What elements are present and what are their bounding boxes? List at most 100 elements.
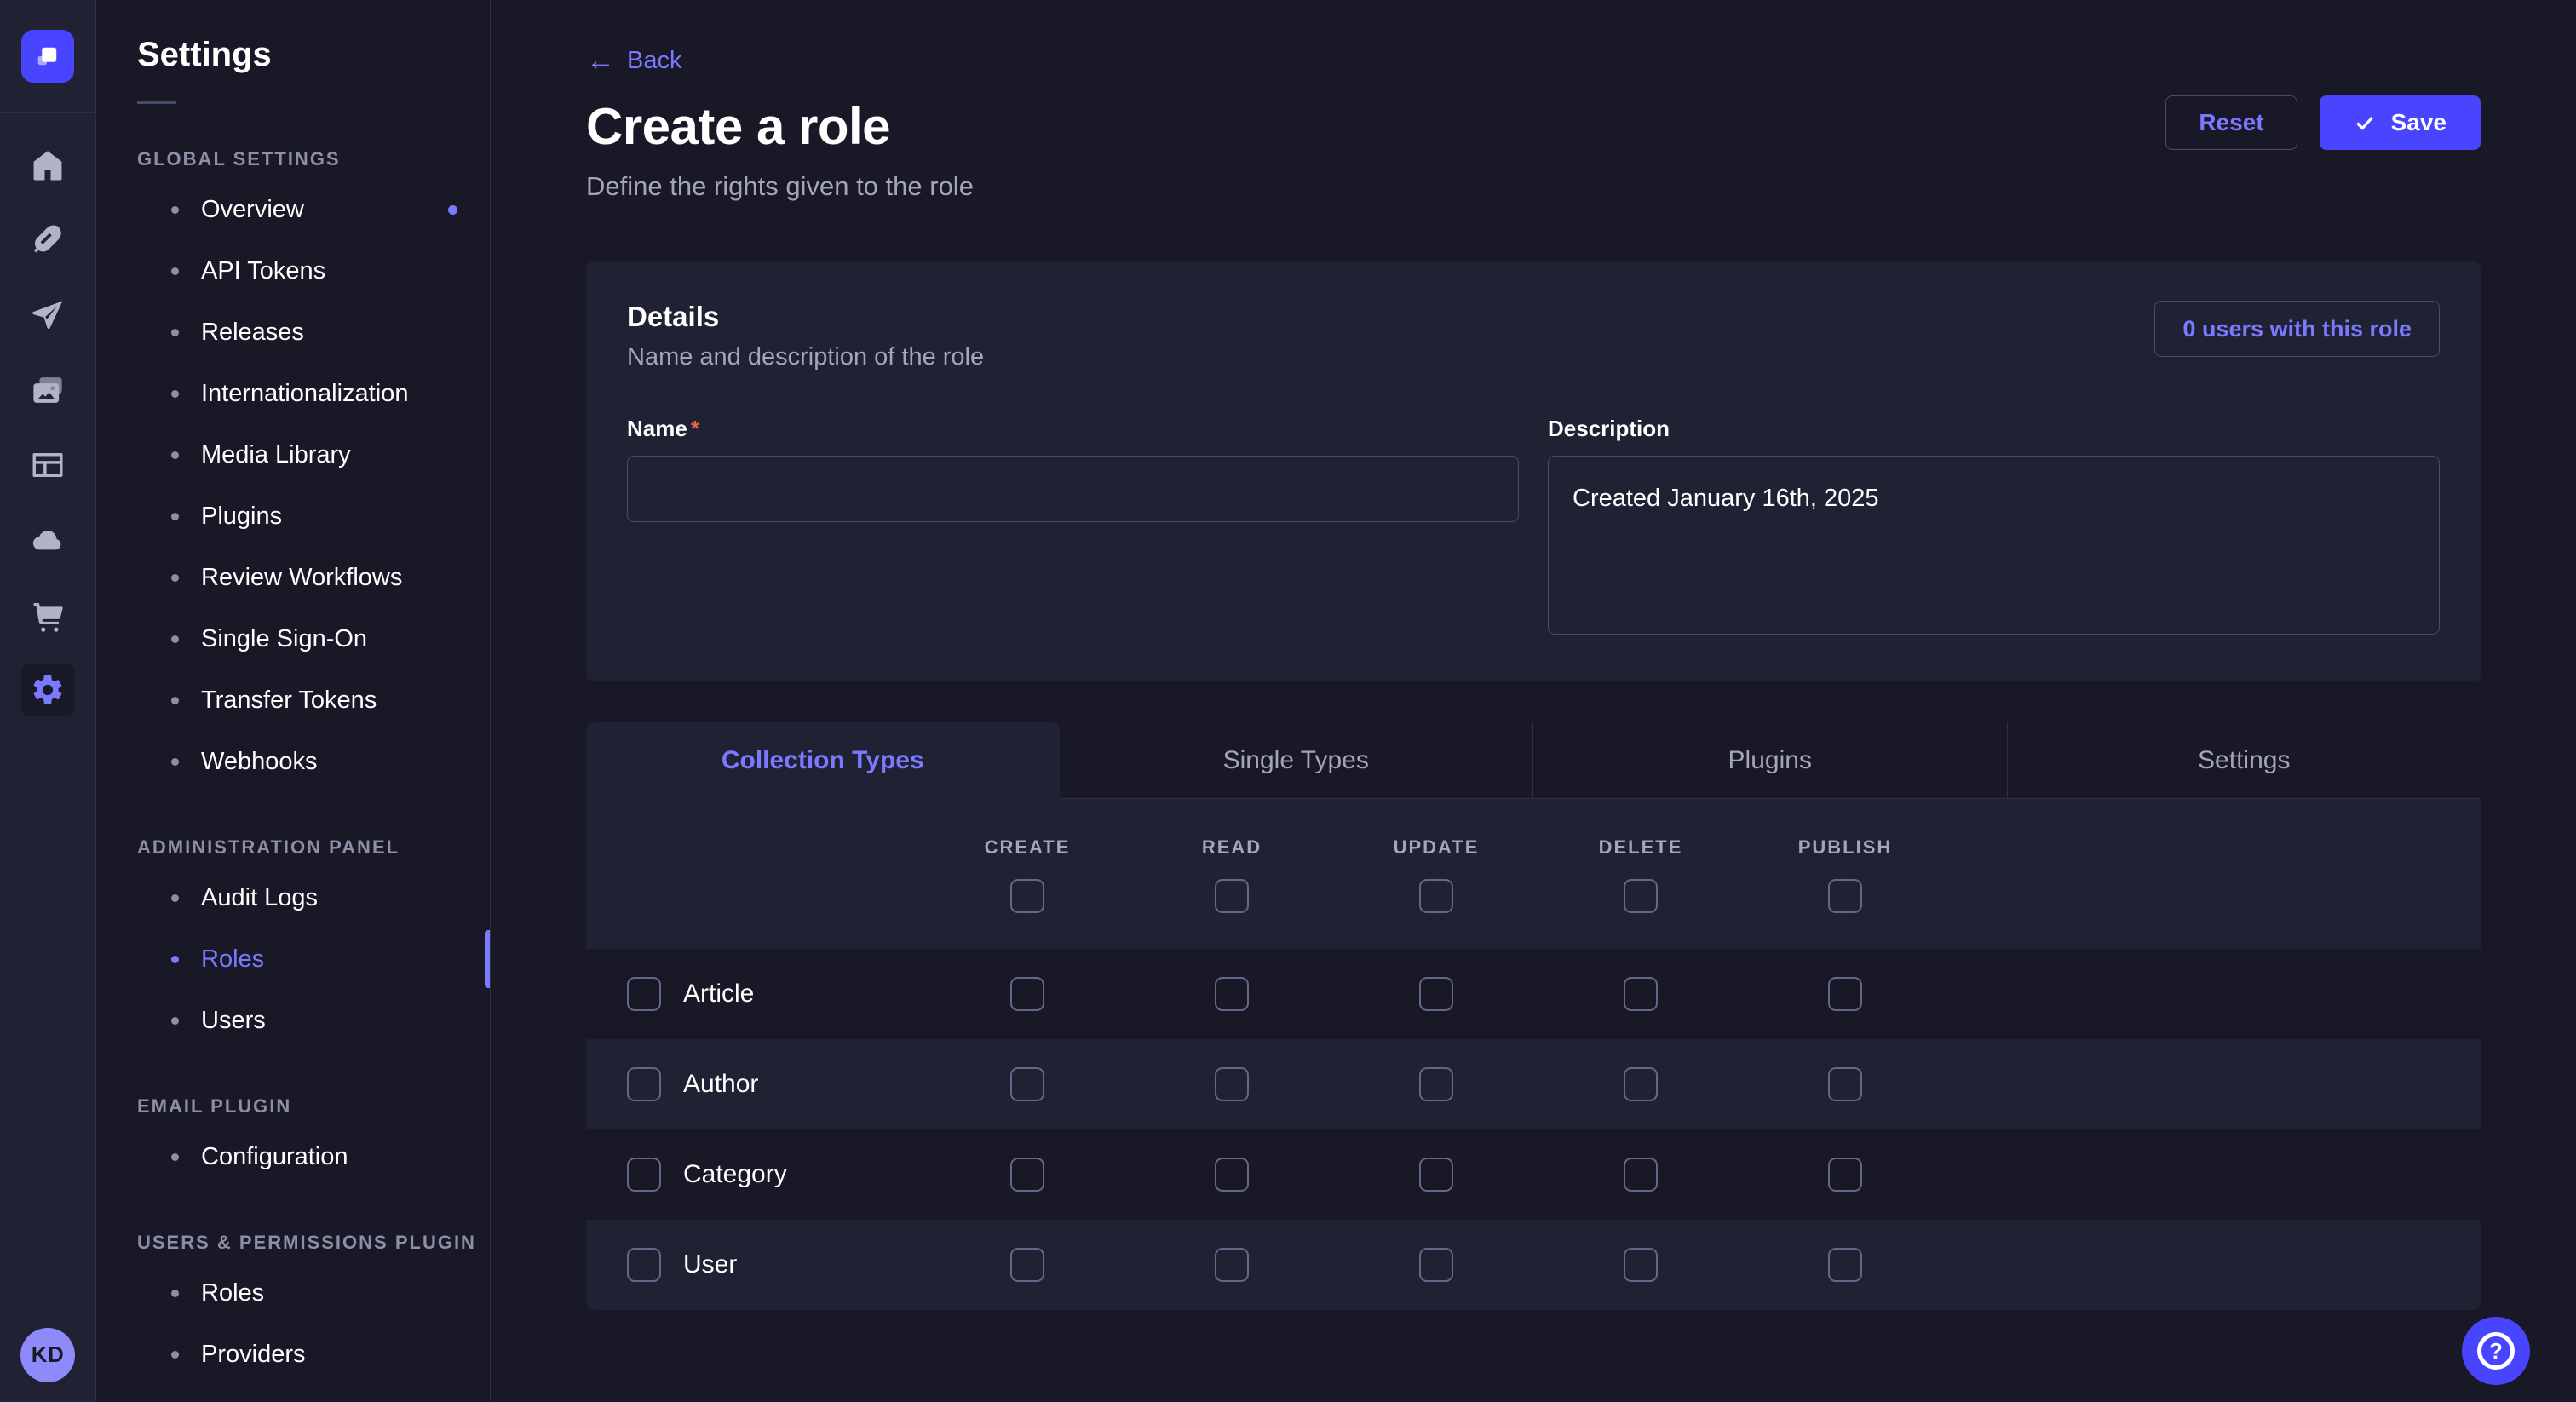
cart-icon[interactable] <box>21 589 74 641</box>
media-library-icon[interactable] <box>21 364 74 417</box>
help-button[interactable]: ? <box>2462 1317 2530 1385</box>
subnav-item-label: Roles <box>201 945 264 974</box>
details-title: Details <box>627 301 984 333</box>
description-textarea[interactable]: Created January 16th, 2025 <box>1548 456 2440 635</box>
notification-dot <box>448 205 457 215</box>
layout-icon[interactable] <box>21 439 74 491</box>
permission-checkbox[interactable] <box>1419 1067 1453 1101</box>
home-icon[interactable] <box>21 139 74 192</box>
tab-label: Collection Types <box>722 746 924 774</box>
subnav-item[interactable]: Releases <box>96 302 490 363</box>
paper-plane-icon[interactable] <box>21 289 74 342</box>
subnav-item[interactable]: Configuration <box>96 1126 490 1187</box>
save-button[interactable]: Save <box>2320 95 2481 150</box>
cloud-icon[interactable] <box>21 514 74 566</box>
back-link[interactable]: ← Back <box>586 46 681 75</box>
subnav-item[interactable]: Review Workflows <box>96 547 490 608</box>
section-label: ADMINISTRATION PANEL <box>137 836 490 859</box>
permission-checkbox[interactable] <box>1215 1158 1249 1192</box>
subnav-item[interactable]: Transfer Tokens <box>96 669 490 731</box>
subnav-item[interactable]: Roles <box>96 1262 490 1324</box>
permission-checkbox[interactable] <box>1419 1248 1453 1282</box>
subnav-title: Settings <box>137 36 490 74</box>
select-all-column-checkbox[interactable] <box>1828 879 1862 913</box>
permission-checkbox[interactable] <box>1828 1067 1862 1101</box>
strapi-logo[interactable] <box>21 30 74 83</box>
permission-checkbox[interactable] <box>1828 977 1862 1011</box>
feather-icon[interactable] <box>21 214 74 267</box>
tab[interactable]: Plugins <box>1532 722 2007 799</box>
users-with-role-button[interactable]: 0 users with this role <box>2154 301 2440 357</box>
tab-label: Plugins <box>1728 746 1812 774</box>
gear-icon[interactable] <box>21 664 74 716</box>
permission-cell <box>1334 1248 1538 1282</box>
details-subtitle: Name and description of the role <box>627 343 984 371</box>
row-label-cell: Category <box>627 1158 925 1192</box>
select-row-checkbox[interactable] <box>627 1158 661 1192</box>
details-fields: Name* Description Created January 16th, … <box>627 416 2440 639</box>
subnav-item[interactable]: Providers <box>96 1324 490 1385</box>
permission-checkbox[interactable] <box>1828 1158 1862 1192</box>
select-all-column-checkbox[interactable] <box>1215 879 1249 913</box>
permission-checkbox[interactable] <box>1624 1067 1658 1101</box>
column-label: UPDATE <box>1394 836 1480 859</box>
subnav-item[interactable]: Single Sign-On <box>96 608 490 669</box>
subnav-item[interactable]: Internationalization <box>96 363 490 424</box>
select-all-column-checkbox[interactable] <box>1419 879 1453 913</box>
subnav-section: EMAIL PLUGIN Configuration <box>96 1095 490 1187</box>
permission-checkbox[interactable] <box>1215 1248 1249 1282</box>
column-label: PUBLISH <box>1798 836 1893 859</box>
permission-checkbox[interactable] <box>1010 1158 1044 1192</box>
subnav-item[interactable]: Users <box>96 990 490 1051</box>
tab[interactable]: Single Types <box>1060 722 1533 799</box>
permission-checkbox[interactable] <box>1828 1248 1862 1282</box>
subnav-item[interactable]: Media Library <box>96 424 490 486</box>
name-input[interactable] <box>627 456 1519 522</box>
section-items: Overview API Tokens Releases <box>96 179 490 792</box>
subnav-section: GLOBAL SETTINGS Overview API Tokens <box>96 148 490 792</box>
permission-checkbox[interactable] <box>1419 977 1453 1011</box>
row-label-cell: Article <box>627 977 925 1011</box>
permission-cell <box>925 977 1130 1011</box>
permission-checkbox[interactable] <box>1419 1158 1453 1192</box>
permission-checkbox[interactable] <box>1215 1067 1249 1101</box>
subnav-item[interactable]: Webhooks <box>96 731 490 792</box>
logo-section <box>0 0 95 113</box>
subnav-header: Settings <box>96 0 490 104</box>
subnav-item[interactable]: Roles <box>96 928 490 990</box>
avatar[interactable]: KD <box>20 1328 75 1382</box>
permission-checkbox[interactable] <box>1215 977 1249 1011</box>
section-items: Configuration <box>96 1126 490 1187</box>
select-row-checkbox[interactable] <box>627 1067 661 1101</box>
tab[interactable]: Collection Types <box>586 722 1060 799</box>
permission-checkbox[interactable] <box>1010 1248 1044 1282</box>
subnav-item[interactable]: Audit Logs <box>96 867 490 928</box>
select-all-column-checkbox[interactable] <box>1624 879 1658 913</box>
select-row-checkbox[interactable] <box>627 977 661 1011</box>
subnav-item-label: Plugins <box>201 503 282 531</box>
reset-button[interactable]: Reset <box>2165 95 2297 150</box>
subnav-item-label: Users <box>201 1007 266 1035</box>
save-label: Save <box>2391 109 2447 136</box>
tab[interactable]: Settings <box>2007 722 2481 799</box>
bullet-icon <box>171 206 179 214</box>
subnav-item-label: Overview <box>201 196 304 224</box>
permission-checkbox[interactable] <box>1624 1248 1658 1282</box>
subnav-item[interactable]: Plugins <box>96 486 490 547</box>
page-subtitle: Define the rights given to the role <box>586 171 974 202</box>
subnav-section: USERS & PERMISSIONS PLUGIN Roles Provide… <box>96 1232 490 1385</box>
bullet-icon <box>171 956 179 963</box>
select-row-checkbox[interactable] <box>627 1248 661 1282</box>
permission-checkbox[interactable] <box>1624 1158 1658 1192</box>
content-type-label: Author <box>683 1070 758 1099</box>
column-label: DELETE <box>1599 836 1683 859</box>
select-all-column-checkbox[interactable] <box>1010 879 1044 913</box>
permission-checkbox[interactable] <box>1624 977 1658 1011</box>
permissions-tabs: Collection Types Single Types Plugins Se… <box>586 722 2481 799</box>
bullet-icon <box>171 697 179 704</box>
subnav-item[interactable]: API Tokens <box>96 240 490 302</box>
permission-checkbox[interactable] <box>1010 977 1044 1011</box>
subnav-item-label: Audit Logs <box>201 884 318 912</box>
subnav-item[interactable]: Overview <box>96 179 490 240</box>
permission-checkbox[interactable] <box>1010 1067 1044 1101</box>
